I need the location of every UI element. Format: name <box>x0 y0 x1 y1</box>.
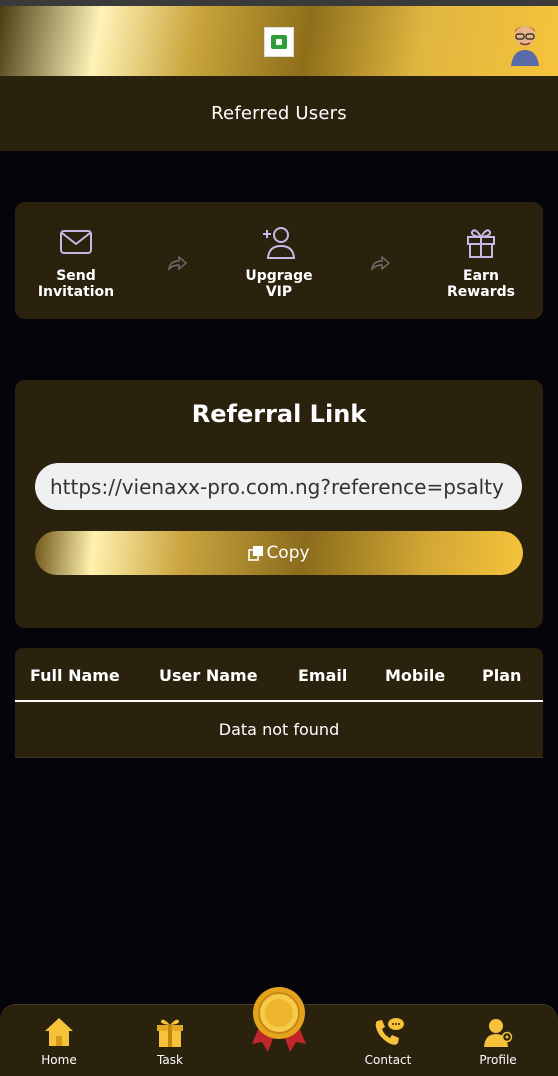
nav-label: Profile <box>479 1053 517 1067</box>
title-bar: Referred Users <box>0 76 558 151</box>
copy-button-label: Copy <box>266 543 310 563</box>
nav-label: Task <box>157 1053 183 1067</box>
step-earn-rewards: Earn Rewards <box>426 222 536 300</box>
step-label-line1: Upgrage <box>245 268 313 284</box>
step-label-line2: Rewards <box>447 284 515 300</box>
step-label-line1: Earn <box>463 268 499 284</box>
step-label-line2: VIP <box>265 284 293 300</box>
page-title: Referred Users <box>211 103 347 124</box>
referred-users-table: Full Name User Name Email Mobile Plan Da… <box>15 648 543 758</box>
referral-steps: Send Invitation Upgrage VIP Earn Rewards <box>15 202 543 319</box>
copy-icon <box>248 546 264 561</box>
gift-icon <box>467 229 495 258</box>
envelope-icon <box>60 230 92 254</box>
nav-task[interactable]: Task <box>130 1015 210 1067</box>
nav-label: Contact <box>364 1053 412 1067</box>
nav-profile[interactable]: Profile <box>458 1015 538 1067</box>
column-full-name[interactable]: Full Name <box>30 666 120 685</box>
table-header: Full Name User Name Email Mobile Plan <box>15 648 543 702</box>
nav-home[interactable]: Home <box>19 1015 99 1067</box>
forward-arrow-icon <box>371 255 391 271</box>
column-mobile[interactable]: Mobile <box>385 666 445 685</box>
phone-chat-icon <box>375 1018 404 1045</box>
nav-label: Home <box>41 1053 77 1067</box>
step-send-invitation: Send Invitation <box>21 222 131 300</box>
divider <box>15 757 543 758</box>
app-logo[interactable] <box>264 27 294 57</box>
nav-contact[interactable]: Contact <box>348 1015 428 1067</box>
column-plan[interactable]: Plan <box>482 666 521 685</box>
referral-heading: Referral Link <box>191 400 367 428</box>
column-user-name[interactable]: User Name <box>159 666 258 685</box>
empty-state-message: Data not found <box>218 720 340 739</box>
forward-arrow-icon <box>168 255 188 271</box>
home-icon <box>45 1018 73 1046</box>
copy-button[interactable]: Copy <box>35 531 523 575</box>
column-email[interactable]: Email <box>298 666 347 685</box>
medal-icon[interactable] <box>248 986 310 1056</box>
referral-link-card: Referral Link Copy <box>15 380 543 628</box>
avatar-icon[interactable] <box>508 22 542 66</box>
add-user-icon <box>263 227 296 259</box>
gift-box-icon <box>157 1019 183 1047</box>
step-label-line1: Send <box>56 268 96 284</box>
page: Referred Users Send Invitation Upgrage VIP <box>0 0 558 1076</box>
step-upgrade-vip: Upgrage VIP <box>224 222 334 300</box>
step-label-line2: Invitation <box>37 284 115 300</box>
referral-link-input[interactable] <box>35 463 522 510</box>
profile-icon <box>484 1019 513 1047</box>
header <box>0 6 558 76</box>
